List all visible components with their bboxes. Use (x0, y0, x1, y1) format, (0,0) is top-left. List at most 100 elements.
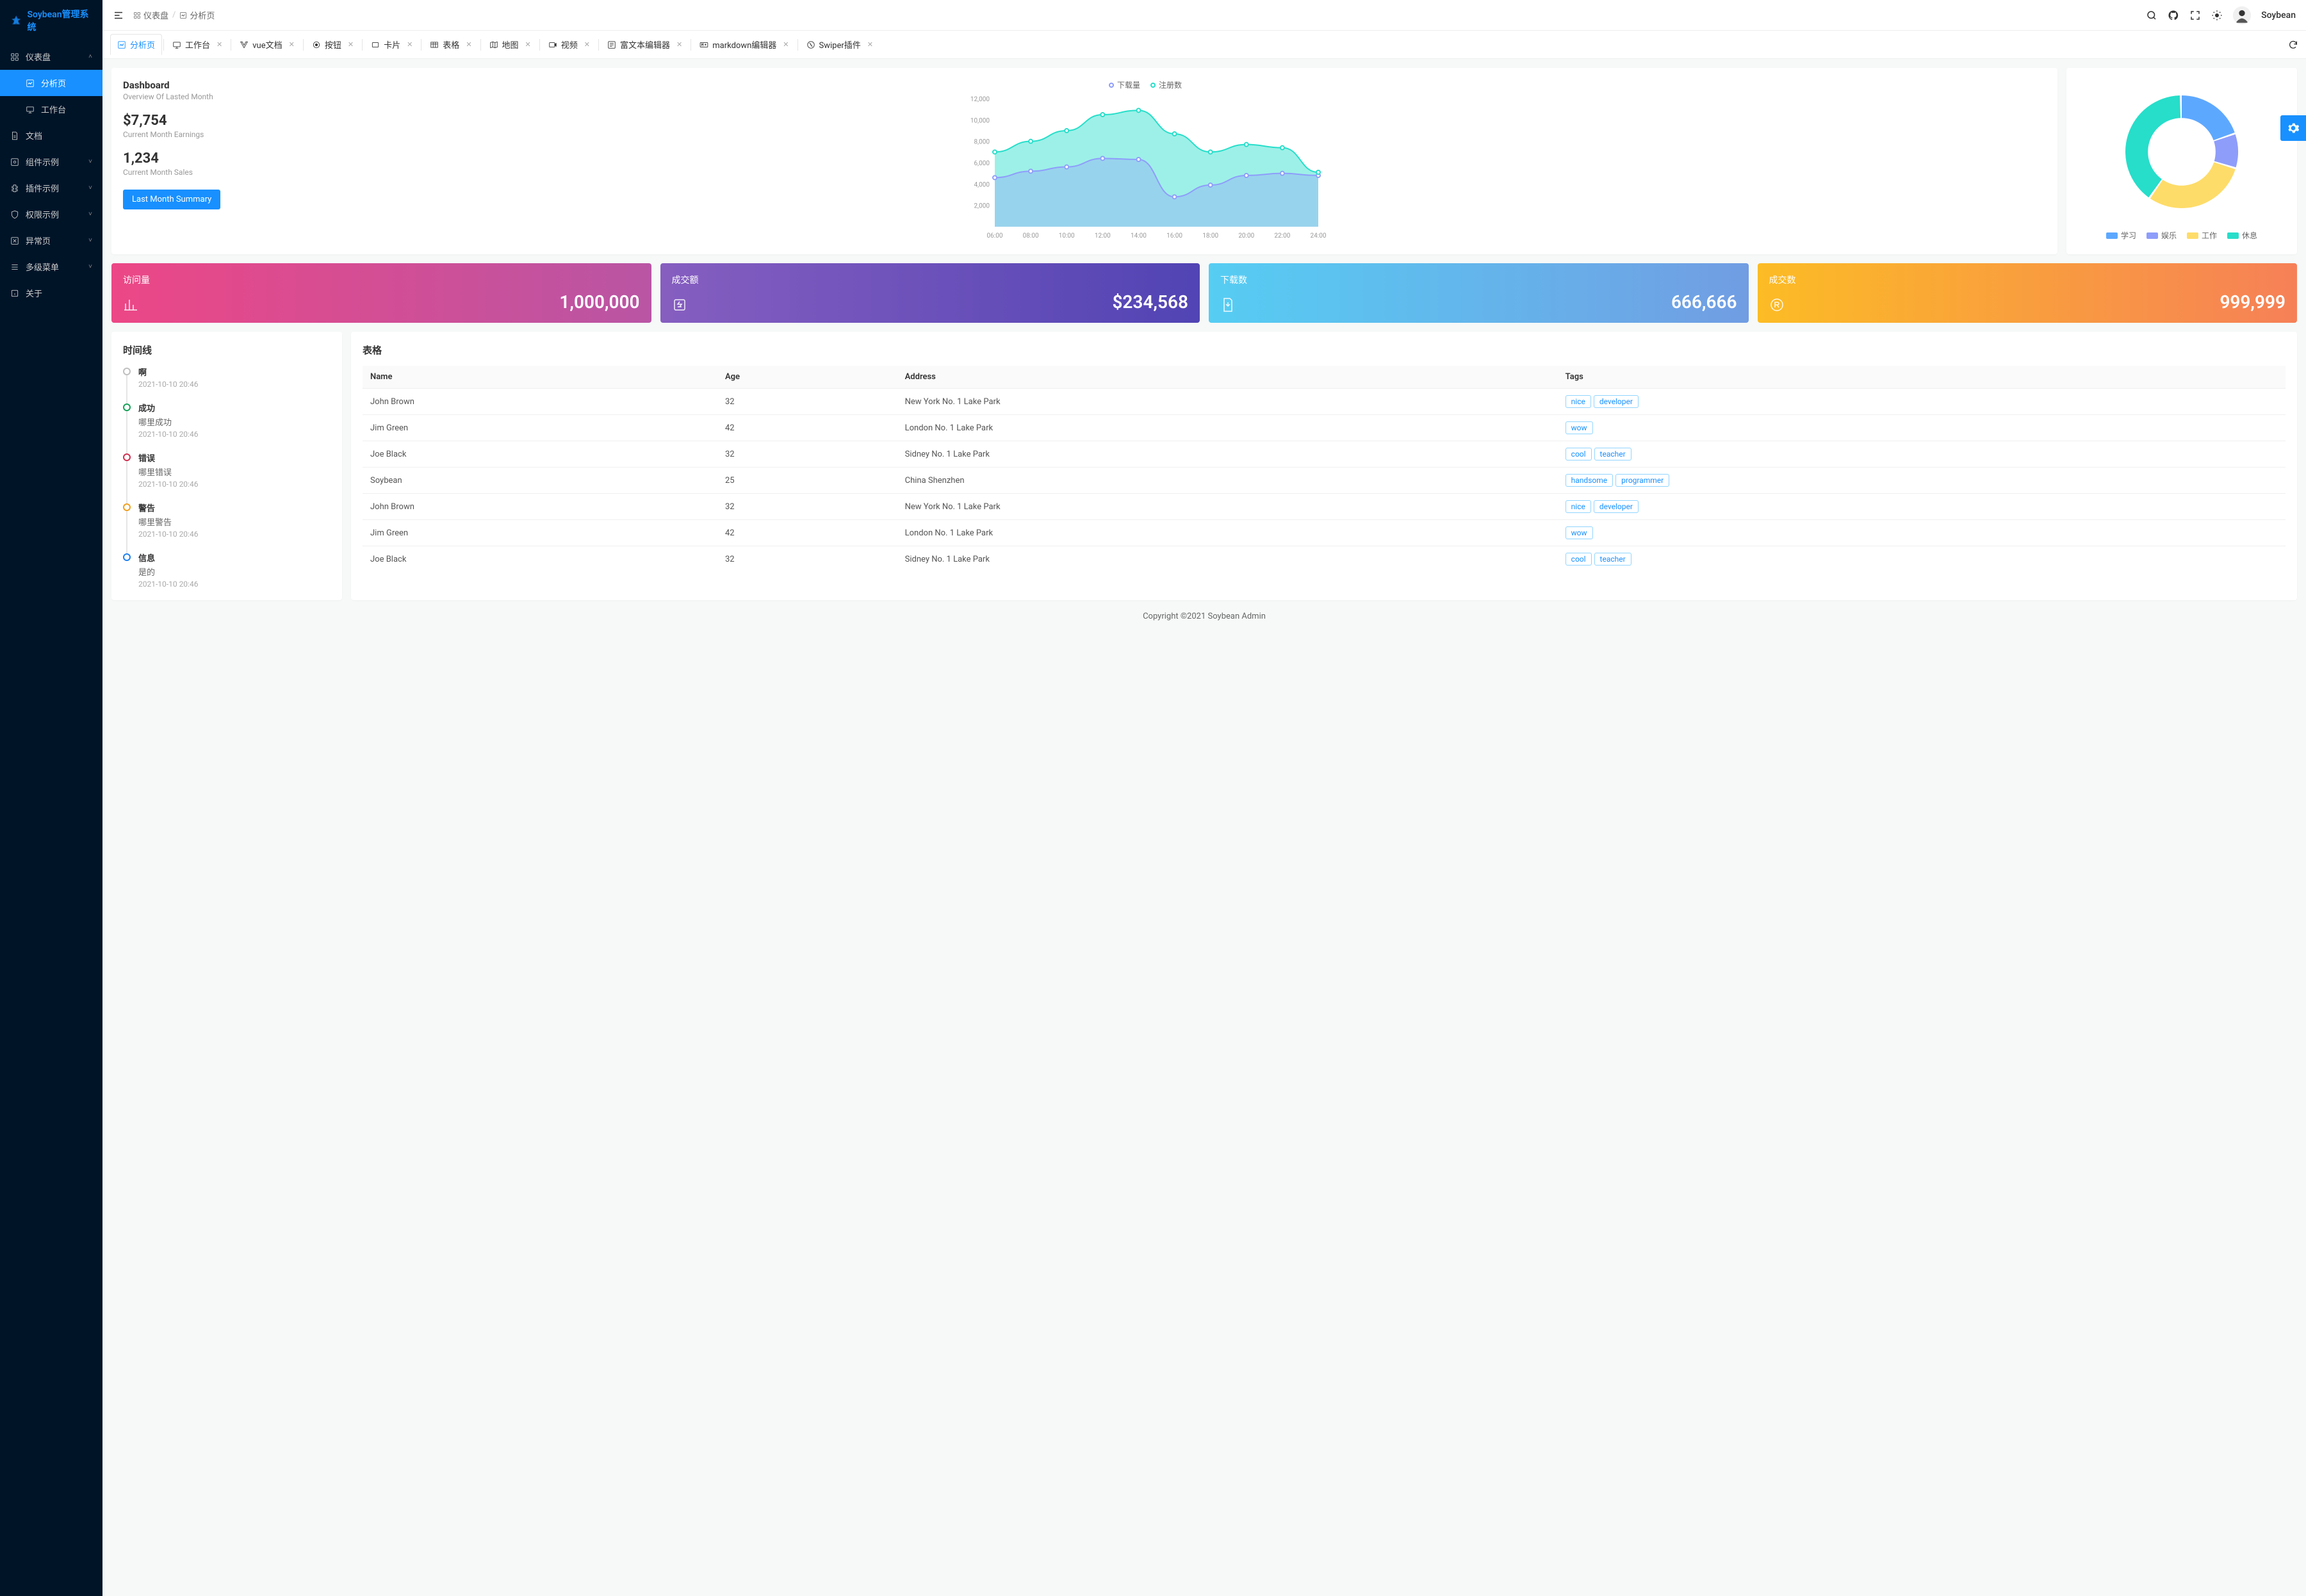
error-icon (10, 236, 19, 245)
timeline-card: 时间线 啊2021-10-10 20:46成功哪里成功2021-10-10 20… (111, 332, 342, 600)
download-icon (1220, 297, 1236, 313)
main: 仪表盘/ 分析页 Soybean 分析页工作台✕vue文档✕按钮✕卡片✕表格✕地… (102, 0, 2306, 1596)
sidebar-item-4[interactable]: 权限示例˅ (0, 201, 102, 227)
breadcrumb-item[interactable]: 分析页 (179, 9, 215, 21)
tag[interactable]: nice (1566, 500, 1591, 513)
document-icon (10, 131, 19, 140)
search-icon[interactable] (2146, 10, 2157, 21)
tab-9[interactable]: markdown编辑器✕ (692, 34, 796, 55)
sidebar-item-0[interactable]: 仪表盘˄ (0, 44, 102, 70)
svg-text:24:00: 24:00 (1311, 232, 1327, 240)
avatar-icon (2233, 6, 2251, 24)
tab-close-icon[interactable]: ✕ (584, 40, 590, 49)
richtext-icon (607, 40, 616, 49)
tag[interactable]: developer (1594, 500, 1639, 513)
tab-4[interactable]: 卡片✕ (364, 34, 420, 55)
tag[interactable]: programmer (1615, 474, 1669, 487)
tag[interactable]: wow (1566, 526, 1593, 539)
svg-text:4,000: 4,000 (974, 181, 990, 188)
donut-legend-item[interactable]: 休息 (2227, 230, 2257, 241)
tab-10[interactable]: Swiper插件✕ (799, 34, 880, 55)
video-icon (548, 40, 557, 49)
sidebar-subitem-0-0[interactable]: 分析页 (0, 70, 102, 96)
about-icon (10, 289, 19, 298)
svg-text:06:00: 06:00 (987, 232, 1003, 240)
analysis-icon (117, 40, 126, 49)
table-icon (430, 40, 439, 49)
tab-5[interactable]: 表格✕ (423, 34, 478, 55)
collapse-toggle[interactable] (113, 10, 124, 21)
breadcrumb-item[interactable]: 仪表盘 (133, 9, 168, 21)
tag[interactable]: teacher (1594, 448, 1631, 460)
stat-card-1: 成交额$234,568 (660, 263, 1200, 323)
theme-icon[interactable] (2211, 10, 2223, 21)
tag[interactable]: nice (1566, 395, 1591, 408)
tag[interactable]: wow (1566, 421, 1593, 434)
settings-fab[interactable] (2280, 115, 2306, 141)
tab-close-icon[interactable]: ✕ (783, 40, 789, 49)
bars-icon (123, 297, 138, 313)
tab-2[interactable]: vue文档✕ (233, 34, 302, 55)
timeline: 啊2021-10-10 20:46成功哪里成功2021-10-10 20:46错… (123, 366, 331, 589)
table-row: John Brown32New York No. 1 Lake Parknice… (363, 389, 2286, 415)
sidebar-item-6[interactable]: 多级菜单˅ (0, 254, 102, 280)
sidebar-item-7[interactable]: 关于 (0, 280, 102, 306)
breadcrumb: 仪表盘/ 分析页 (133, 9, 215, 21)
sidebar-item-1[interactable]: 文档 (0, 122, 102, 149)
svg-text:18:00: 18:00 (1202, 232, 1218, 240)
tab-close-icon[interactable]: ✕ (676, 40, 682, 49)
tab-6[interactable]: 地图✕ (482, 34, 538, 55)
svg-text:20:00: 20:00 (1238, 232, 1254, 240)
svg-text:12,000: 12,000 (970, 96, 990, 103)
sales-label: Current Month Sales (123, 168, 232, 177)
tab-close-icon[interactable]: ✕ (348, 40, 354, 49)
username[interactable]: Soybean (2261, 10, 2296, 20)
tag[interactable]: teacher (1594, 553, 1631, 566)
svg-text:10,000: 10,000 (970, 117, 990, 124)
stat-row: 访问量1,000,000成交额$234,568下载数666,666成交数999,… (111, 263, 2297, 323)
donut-legend-item[interactable]: 学习 (2106, 230, 2136, 241)
table-header: Tags (1558, 366, 2286, 389)
swiper-icon (806, 40, 815, 49)
tab-1[interactable]: 工作台✕ (165, 34, 229, 55)
fullscreen-icon[interactable] (2189, 10, 2201, 21)
timeline-item: 信息是的2021-10-10 20:46 (123, 551, 331, 589)
tab-close-icon[interactable]: ✕ (289, 40, 295, 49)
tab-close-icon[interactable]: ✕ (867, 40, 873, 49)
tab-0[interactable]: 分析页 (110, 34, 162, 55)
tag[interactable]: cool (1566, 553, 1592, 566)
tab-8[interactable]: 富文本编辑器✕ (600, 34, 689, 55)
tab-close-icon[interactable]: ✕ (525, 40, 531, 49)
table-row: John Brown32New York No. 1 Lake Parknice… (363, 494, 2286, 520)
tab-close-icon[interactable]: ✕ (407, 40, 413, 49)
tag[interactable]: handsome (1566, 474, 1613, 487)
menu-icon (10, 263, 19, 272)
menu-collapse-icon (113, 10, 124, 21)
donut-legend-item[interactable]: 工作 (2187, 230, 2217, 241)
tag[interactable]: cool (1566, 448, 1592, 460)
sidebar-item-3[interactable]: 插件示例˅ (0, 175, 102, 201)
card-icon (371, 40, 380, 49)
sidebar-item-5[interactable]: 异常页˅ (0, 227, 102, 254)
table-row: Joe Black32Sidney No. 1 Lake Parkcooltea… (363, 546, 2286, 573)
svg-text:16:00: 16:00 (1166, 232, 1182, 240)
sidebar-item-2[interactable]: 组件示例˅ (0, 149, 102, 175)
tabs-refresh[interactable] (2288, 40, 2298, 50)
sidebar-subitem-0-1[interactable]: 工作台 (0, 96, 102, 122)
donut-legend: 学习娱乐工作休息 (2106, 230, 2257, 241)
line-legend-a: 下载量 (1117, 79, 1140, 90)
logo[interactable]: Soybean管理系统 (0, 0, 102, 41)
github-icon[interactable] (2168, 10, 2179, 21)
donut-legend-item[interactable]: 娱乐 (2147, 230, 2177, 241)
tag[interactable]: developer (1594, 395, 1639, 408)
summary-button[interactable]: Last Month Summary (123, 190, 220, 209)
tab-close-icon[interactable]: ✕ (217, 40, 222, 49)
avatar[interactable] (2233, 6, 2251, 24)
stat-card-2: 下载数666,666 (1209, 263, 1749, 323)
svg-text:22:00: 22:00 (1274, 232, 1290, 240)
tab-close-icon[interactable]: ✕ (466, 40, 471, 49)
tab-3[interactable]: 按钮✕ (305, 34, 361, 55)
tab-7[interactable]: 视频✕ (541, 34, 597, 55)
donut-chart-card: 学习娱乐工作休息 (2066, 68, 2297, 254)
gear-icon (2287, 122, 2300, 134)
